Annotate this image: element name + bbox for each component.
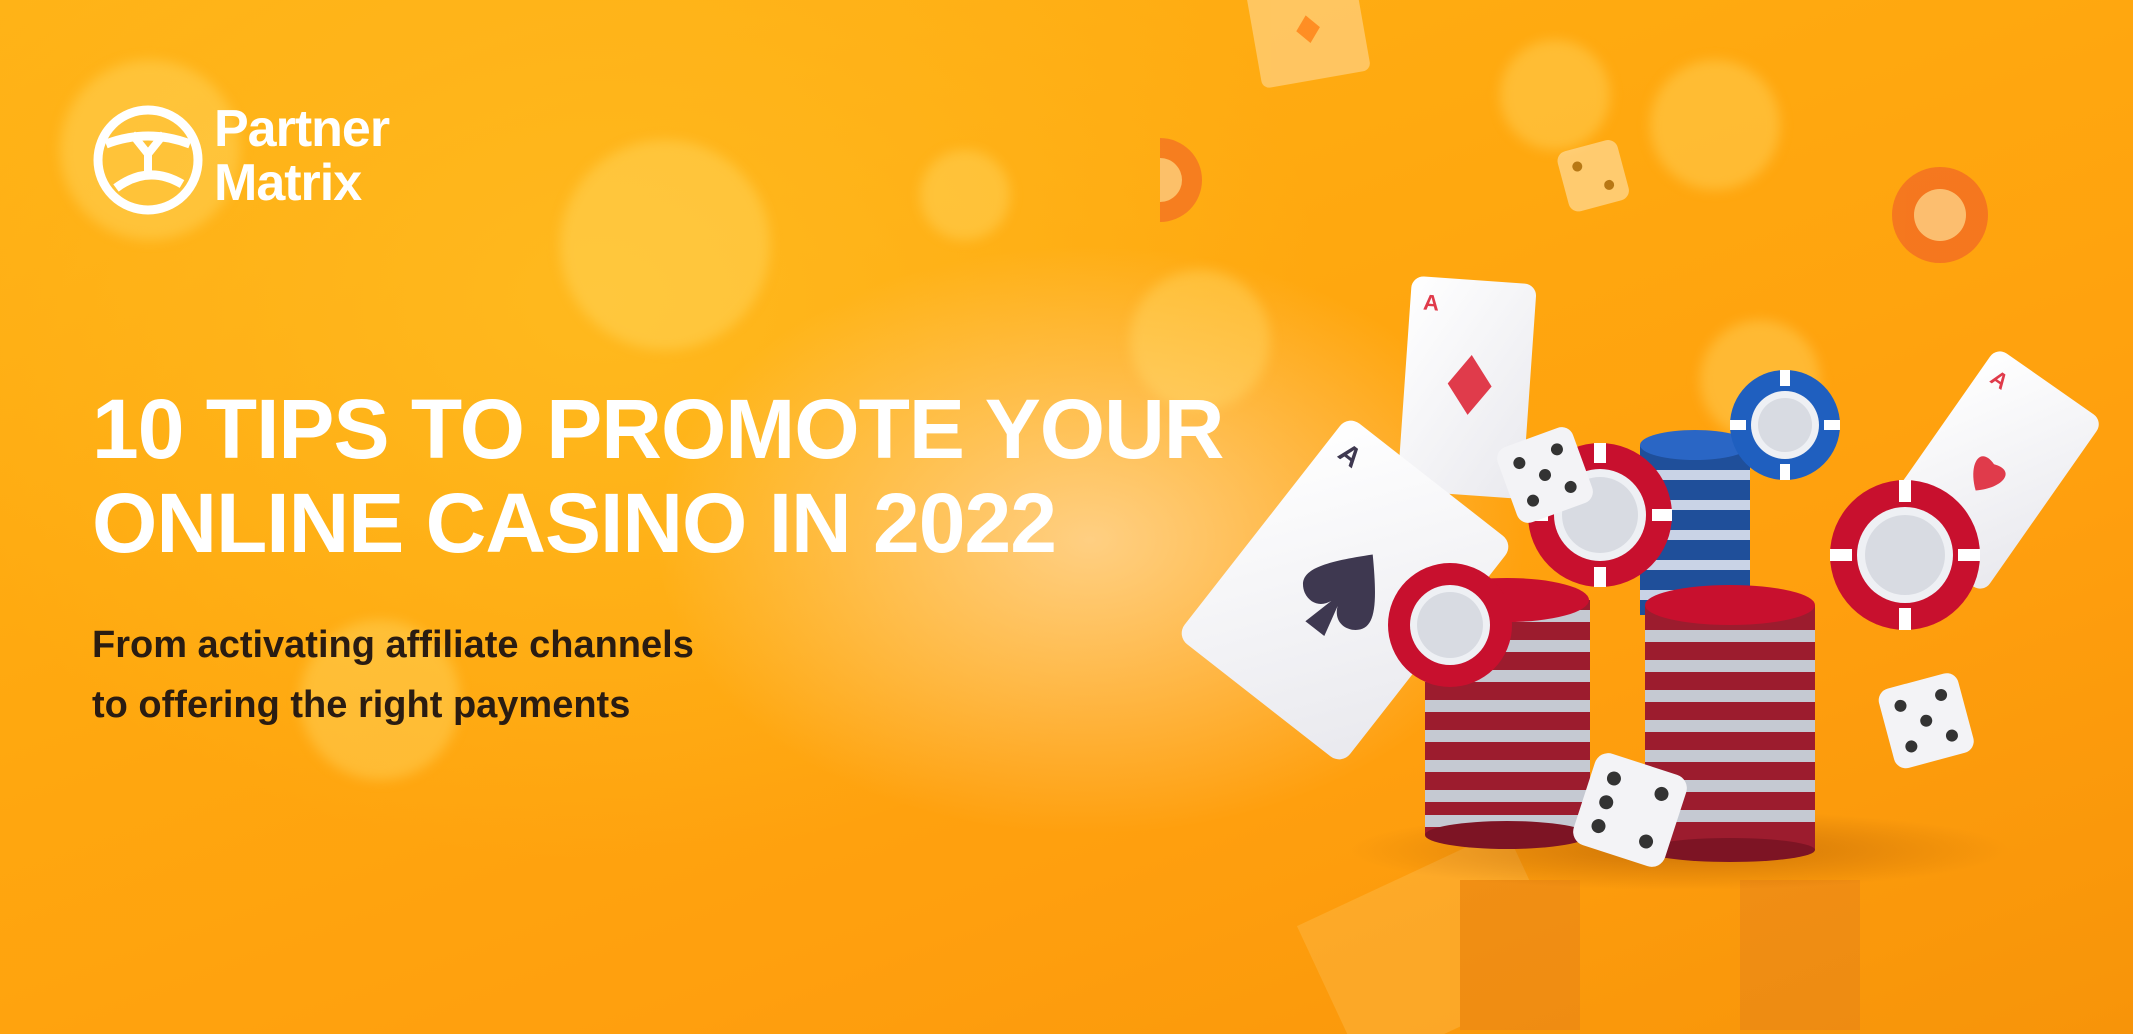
blurred-dice: [1557, 139, 1629, 212]
casino-illustration: A A A: [1160, 0, 2099, 1034]
page-title-line1: 10 TIPS TO PROMOTE YOUR: [92, 382, 1224, 476]
brand-name-line2: Matrix: [214, 154, 362, 212]
flying-chip-red: [1388, 563, 1512, 687]
blurred-chip: [1160, 138, 1202, 222]
bokeh-light: [920, 150, 1010, 240]
flying-chip-red: [1830, 480, 1980, 630]
blurred-card: [1246, 0, 1370, 88]
subtitle-line1: From activating affiliate channels: [92, 624, 694, 666]
page-title: 10 TIPS TO PROMOTE YOUR ONLINE CASINO IN…: [92, 382, 1292, 570]
bokeh-light: [560, 140, 770, 350]
subtitle-line2: to offering the right payments: [92, 684, 631, 726]
flying-chip-blue: [1730, 370, 1840, 480]
partnermatrix-logo-icon: [93, 105, 203, 215]
blurred-chip: [1892, 167, 1988, 263]
brand-name: Partner Matrix: [214, 100, 390, 212]
subtitle: From activating affiliate channels to of…: [92, 615, 992, 735]
brand-logo[interactable]: Partner Matrix: [92, 100, 452, 220]
page-title-line2: ONLINE CASINO IN 2022: [92, 476, 1057, 570]
dice-icon: [1878, 673, 1974, 769]
banner: Partner Matrix 10 TIPS TO PROMOTE YOUR O…: [0, 0, 2133, 1034]
brand-name-line1: Partner: [214, 100, 390, 158]
card-rank: A: [1422, 290, 1440, 316]
